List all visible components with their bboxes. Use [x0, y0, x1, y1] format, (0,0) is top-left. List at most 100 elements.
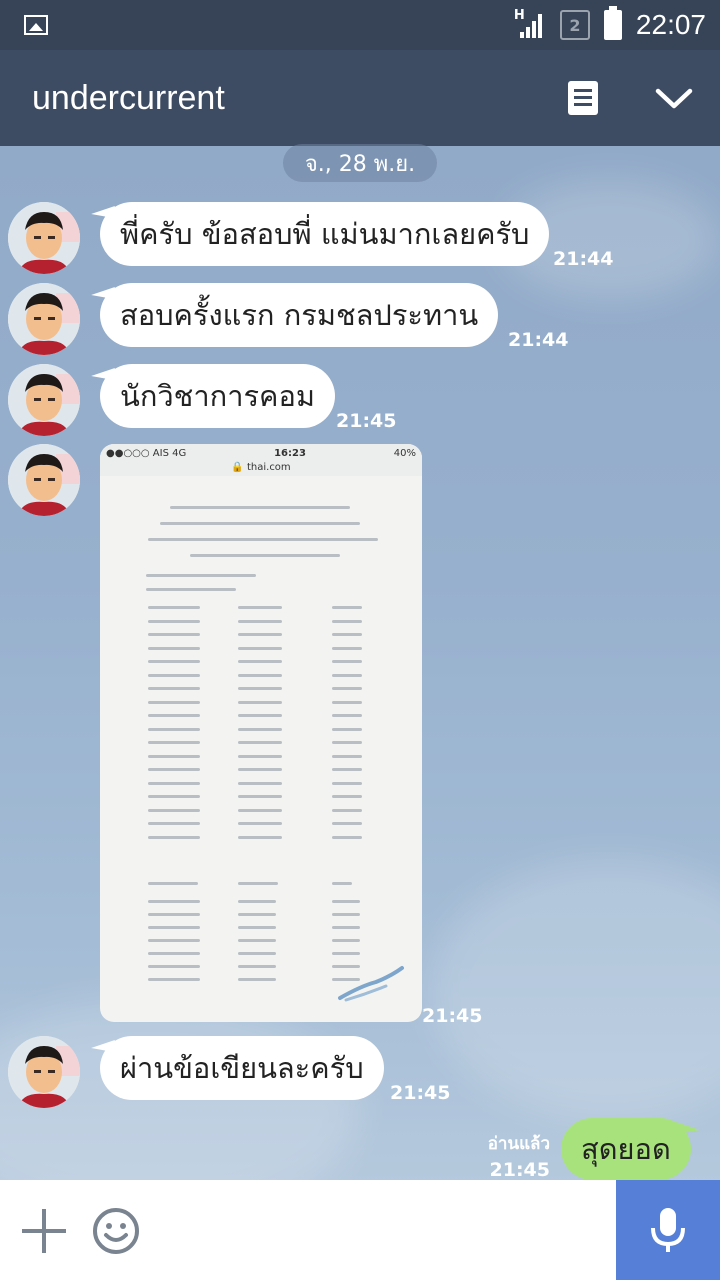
- message-bubble[interactable]: ผ่านข้อเขียนละครับ: [100, 1036, 384, 1100]
- image-url: 🔒 thai.com: [100, 462, 422, 476]
- document-line: [238, 965, 276, 968]
- document-line: [148, 882, 198, 885]
- document-line: [238, 646, 282, 650]
- message-bubble[interactable]: พี่ครับ ข้อสอบพี่ แม่นมากเลยครับ: [100, 202, 550, 266]
- document-line: [148, 835, 200, 839]
- document-line: [148, 700, 200, 704]
- chevron-down-icon[interactable]: [654, 83, 694, 113]
- signal-icon: H: [514, 8, 546, 38]
- document-line: [148, 952, 200, 955]
- microphone-icon: [651, 1208, 685, 1252]
- document-line: [332, 741, 362, 744]
- battery-icon: [603, 6, 622, 40]
- document-line: [148, 781, 200, 785]
- document-line: [332, 913, 360, 916]
- message-text: สอบครั้งแรก กรมชลประทาน: [120, 298, 479, 332]
- avatar[interactable]: [8, 444, 80, 516]
- outgoing-message-bubble[interactable]: สุดยอด: [561, 1118, 691, 1180]
- document-line: [332, 900, 360, 903]
- document-line: [238, 700, 282, 704]
- document-line: [148, 939, 200, 942]
- network-type-label: H: [513, 8, 525, 23]
- image-clock: 16:23: [274, 447, 306, 459]
- document-line: [332, 808, 362, 812]
- avatar[interactable]: [8, 1036, 80, 1108]
- document-line: [238, 926, 276, 929]
- document-line: [332, 700, 362, 704]
- plus-icon[interactable]: [22, 1209, 66, 1253]
- image-message[interactable]: ●●○○○ AIS 4G 16:23 40% 🔒 thai.com: [100, 444, 422, 1022]
- document-line: [238, 741, 282, 744]
- document-line: [238, 606, 282, 609]
- chat-header: undercurrent: [0, 50, 720, 146]
- document-line: [160, 522, 360, 525]
- document-line: [146, 574, 256, 577]
- document-line: [148, 673, 200, 677]
- document-line: [146, 588, 236, 591]
- image-battery: 40%: [393, 447, 416, 459]
- avatar[interactable]: [8, 202, 80, 274]
- sim-icon: 2: [559, 10, 590, 40]
- document-line: [148, 660, 200, 663]
- document-line: [332, 714, 362, 717]
- document-line: [238, 619, 282, 623]
- document-line: [238, 808, 282, 812]
- emoji-icon[interactable]: [92, 1207, 140, 1255]
- document-line: [238, 795, 282, 798]
- document-line: [332, 882, 352, 885]
- document-line: [148, 538, 378, 541]
- document-line: [332, 781, 362, 785]
- image-status-bar: ●●○○○ AIS 4G 16:23 40%: [100, 444, 422, 462]
- document-line: [148, 965, 200, 968]
- document-line: [148, 727, 200, 731]
- document-line: [238, 939, 276, 942]
- message-text: ผ่านข้อเขียนละครับ: [120, 1051, 364, 1085]
- document-line: [332, 619, 362, 623]
- document-line: [148, 978, 200, 981]
- document-line: [170, 506, 350, 509]
- document-line: [332, 952, 360, 955]
- document-line: [238, 882, 278, 885]
- document-line: [238, 768, 282, 771]
- document-line: [148, 795, 200, 798]
- message-time: 21:45: [336, 410, 397, 432]
- date-separator: จ., 28 พ.ย.: [283, 144, 437, 182]
- document-line: [148, 646, 200, 650]
- document-line: [238, 952, 276, 955]
- read-receipt: อ่านแล้ว 21:45: [487, 1134, 550, 1181]
- avatar[interactable]: [8, 364, 80, 436]
- document-line: [238, 673, 282, 677]
- document-line: [148, 900, 200, 903]
- document-line: [238, 660, 282, 663]
- message-text: สุดยอด: [581, 1132, 671, 1166]
- document-line: [148, 633, 200, 636]
- message-time: 21:44: [553, 248, 614, 270]
- document-line: [148, 606, 200, 609]
- document-line: [332, 835, 362, 839]
- message-text: พี่ครับ ข้อสอบพี่ แม่นมากเลยครับ: [120, 217, 530, 251]
- document-line: [238, 781, 282, 785]
- document-line: [148, 619, 200, 623]
- document-line: [238, 978, 276, 981]
- document-line: [238, 714, 282, 717]
- message-bubble[interactable]: สอบครั้งแรก กรมชลประทาน: [100, 283, 499, 347]
- document-line: [238, 727, 282, 731]
- document-line: [190, 554, 340, 557]
- avatar[interactable]: [8, 283, 80, 355]
- document-line: [148, 808, 200, 812]
- document-line: [332, 768, 362, 771]
- document-line: [148, 754, 200, 758]
- document-line: [332, 939, 360, 942]
- gallery-notification-icon: [24, 15, 48, 35]
- message-bubble[interactable]: นักวิชาการคอม: [100, 364, 335, 428]
- microphone-button[interactable]: [616, 1180, 720, 1280]
- message-text: นักวิชาการคอม: [120, 379, 315, 413]
- document-line: [332, 687, 362, 690]
- message-time: 21:44: [508, 329, 569, 351]
- document-line: [332, 822, 362, 825]
- status-bar: H 2 22:07: [0, 0, 720, 50]
- notes-icon[interactable]: [568, 81, 598, 115]
- document-line: [332, 926, 360, 929]
- document-line: [238, 633, 282, 636]
- document-line: [238, 754, 282, 758]
